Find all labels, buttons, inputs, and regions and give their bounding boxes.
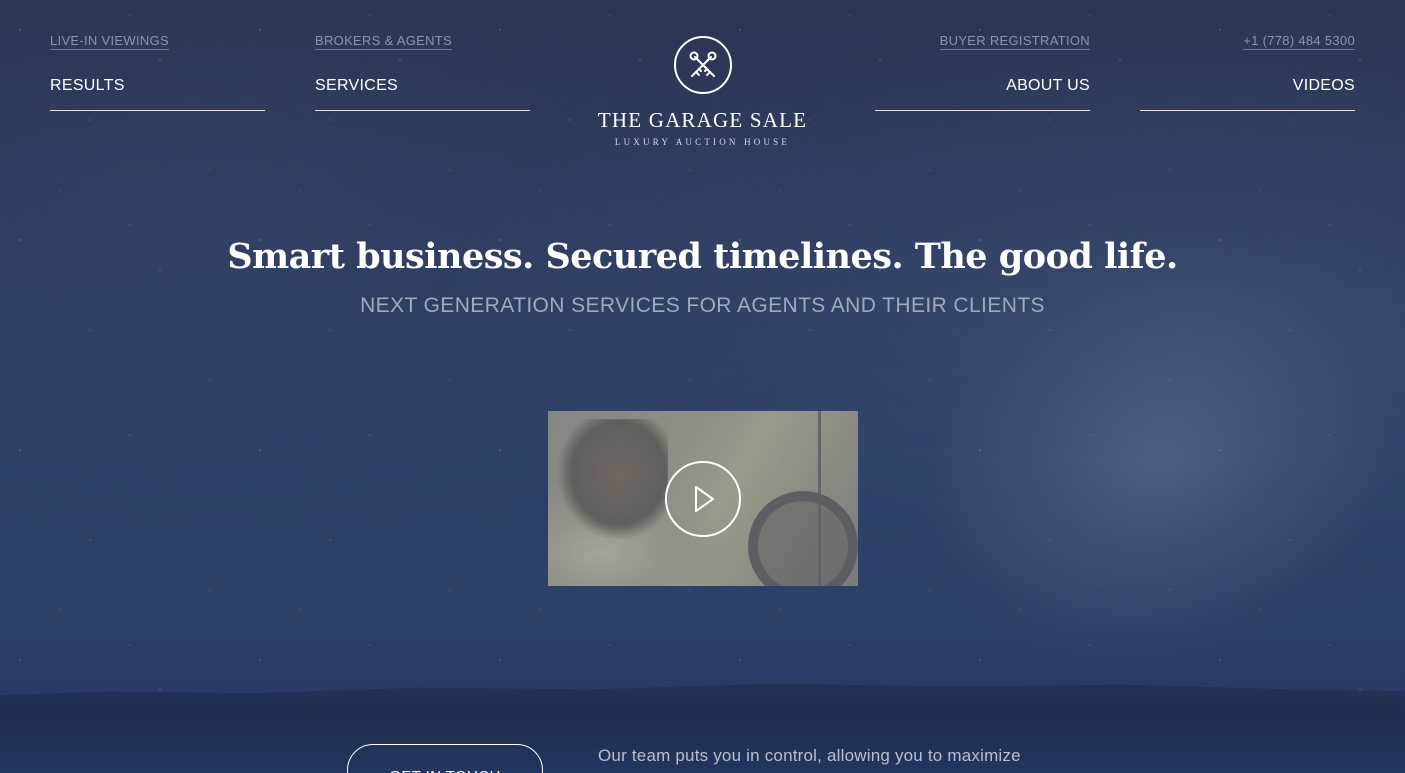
site-logo[interactable]: THE GARAGE SALE LUXURY AUCTION HOUSE: [590, 36, 815, 147]
get-in-touch-button[interactable]: GET IN TOUCH: [347, 744, 543, 773]
nav-column-videos: +1 (778) 484 5300 VIDEOS: [1140, 32, 1355, 111]
phone-link[interactable]: +1 (778) 484 5300: [1243, 34, 1355, 50]
nav-column-services: BROKERS & AGENTS SERVICES: [315, 32, 530, 111]
hero-headline: Smart business. Secured timelines. The g…: [227, 236, 1178, 277]
nav-link-about-us[interactable]: ABOUT US: [875, 77, 1090, 95]
hero-subheadline: NEXT GENERATION SERVICES FOR AGENTS AND …: [360, 294, 1045, 317]
crossed-keys-icon: [673, 36, 732, 94]
nav-link-live-in-viewings[interactable]: LIVE-IN VIEWINGS: [50, 34, 169, 50]
team-description: Our team puts you in control, allowing y…: [598, 746, 1021, 765]
play-icon: [695, 486, 714, 512]
nav-column-about-us: BUYER REGISTRATION ABOUT US: [875, 32, 1090, 111]
nav-link-buyer-registration[interactable]: BUYER REGISTRATION: [939, 34, 1090, 50]
nav-link-videos[interactable]: VIDEOS: [1140, 77, 1355, 95]
nav-link-brokers-agents[interactable]: BROKERS & AGENTS: [315, 34, 453, 50]
play-button[interactable]: [665, 461, 741, 537]
nav-link-services[interactable]: SERVICES: [315, 77, 530, 95]
nav-link-results[interactable]: RESULTS: [50, 77, 265, 95]
logo-tagline: LUXURY AUCTION HOUSE: [614, 137, 791, 147]
logo-name: THE GARAGE SALE: [597, 108, 808, 132]
nav-column-results: LIVE-IN VIEWINGS RESULTS: [50, 32, 265, 111]
video-thumbnail[interactable]: [548, 411, 858, 586]
